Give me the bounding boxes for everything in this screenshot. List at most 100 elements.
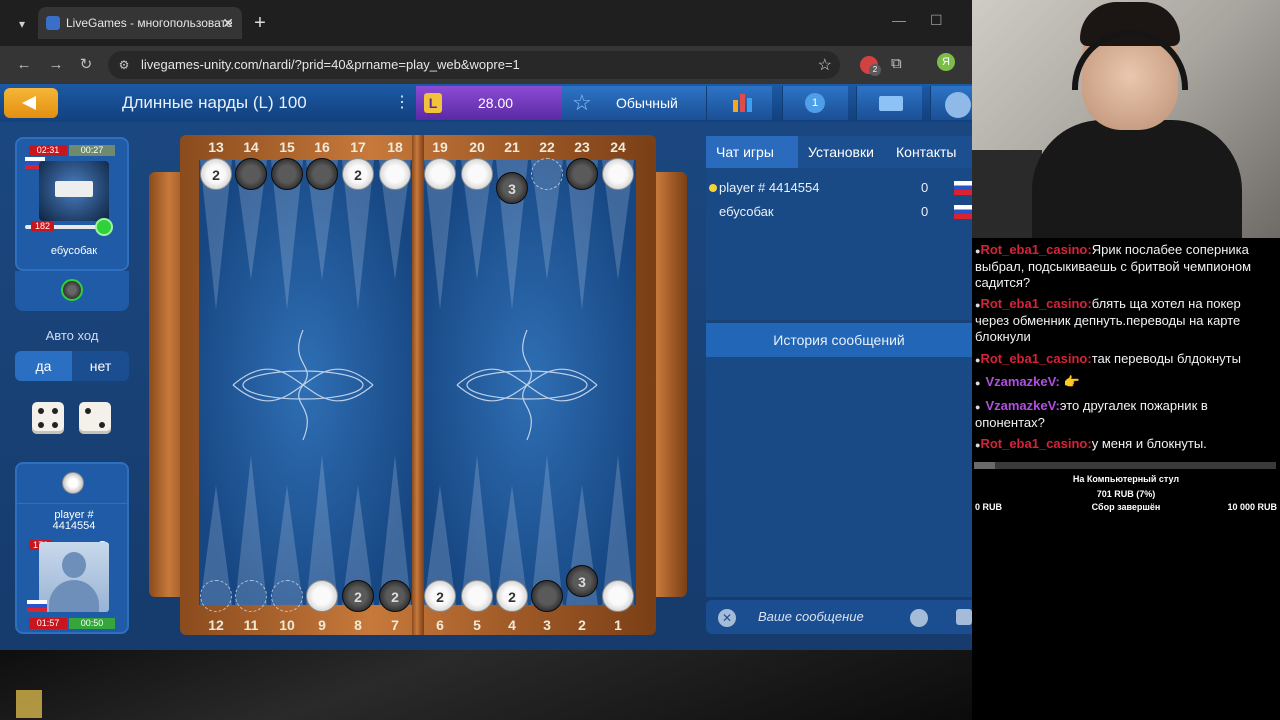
game-title: Длинные нарды (L) 100 bbox=[122, 93, 307, 112]
tab-list-chevron-icon[interactable]: ▾ bbox=[12, 14, 32, 34]
board-center-bar bbox=[412, 135, 424, 635]
stream-overlay-background bbox=[972, 516, 1280, 720]
star-icon: ☆ bbox=[572, 90, 592, 115]
board-checker[interactable] bbox=[379, 158, 411, 190]
goal-amount: 701 RUB (7%) bbox=[1096, 489, 1156, 499]
stats-button[interactable] bbox=[706, 86, 772, 120]
goal-max: 10 000 RUB bbox=[1227, 502, 1277, 512]
auto-move-yes-button[interactable]: да bbox=[15, 351, 72, 381]
tab-settings[interactable]: Установки bbox=[798, 136, 890, 168]
board-checker[interactable] bbox=[602, 158, 634, 190]
close-tab-icon[interactable]: ✕ bbox=[222, 7, 234, 39]
chat-text: 👉 bbox=[1063, 374, 1080, 389]
board-checker[interactable]: 3 bbox=[496, 172, 528, 204]
game-back-button[interactable] bbox=[4, 88, 58, 118]
player-total-time: 01:57 bbox=[29, 618, 67, 629]
chat-username: Rot_eba1_casino: bbox=[980, 436, 1092, 451]
balance-display[interactable]: L 28.00 bbox=[416, 86, 562, 120]
board-checker[interactable] bbox=[566, 158, 598, 190]
mode-selector[interactable]: ☆ Обычный bbox=[562, 86, 706, 120]
list-item[interactable]: ебусобак 0 bbox=[706, 200, 974, 222]
board-checker[interactable] bbox=[235, 580, 267, 612]
mode-label: Обычный bbox=[616, 95, 678, 111]
player-list-name: player # 4414554 bbox=[719, 180, 820, 195]
site-info-icon[interactable]: ⚙ bbox=[116, 57, 132, 73]
browser-tab[interactable]: LiveGames - многопользовате ✕ bbox=[38, 7, 242, 39]
board-checker[interactable] bbox=[531, 580, 563, 612]
chat-message: ● VzamazkeV: 👉 bbox=[975, 374, 1080, 389]
board-checker[interactable]: 2 bbox=[496, 580, 528, 612]
opponent-avatar bbox=[39, 161, 109, 221]
user-avatar-icon bbox=[945, 92, 971, 118]
board-checker[interactable] bbox=[461, 580, 493, 612]
board-checker[interactable] bbox=[424, 158, 456, 190]
board-checker[interactable] bbox=[235, 158, 267, 190]
tab-game-chat[interactable]: Чат игры bbox=[706, 136, 798, 168]
back-arrow-icon[interactable]: ← bbox=[14, 55, 34, 75]
profile-button[interactable] bbox=[930, 86, 972, 120]
tab-contacts[interactable]: Контакты bbox=[896, 136, 972, 168]
game-menu-dots-icon[interactable]: ⋮ bbox=[394, 92, 410, 112]
new-tab-button[interactable]: + bbox=[250, 11, 270, 35]
url-text[interactable]: livegames-unity.com/nardi/?prid=40&prnam… bbox=[141, 57, 520, 72]
board-checker[interactable]: 2 bbox=[200, 158, 232, 190]
board-checker[interactable] bbox=[271, 580, 303, 612]
chat-message: ● VzamazkeV:это другалек пожарник в опон… bbox=[975, 398, 1208, 430]
board-checker[interactable] bbox=[461, 158, 493, 190]
clear-message-icon[interactable]: ✕ bbox=[718, 609, 736, 627]
message-input[interactable]: Ваше сообщение bbox=[758, 609, 864, 624]
board-checker[interactable]: 2 bbox=[424, 580, 456, 612]
messages-button[interactable] bbox=[856, 86, 922, 120]
chat-message: ●Rot_eba1_casino:так переводы блдокнуты bbox=[975, 351, 1241, 366]
board-checker[interactable] bbox=[306, 580, 338, 612]
chat-username: VzamazkeV: bbox=[985, 398, 1060, 413]
bar-chart-icon bbox=[733, 94, 753, 112]
player-move-time: 00:50 bbox=[69, 618, 115, 629]
point-number: 13 bbox=[208, 139, 224, 155]
board-checker[interactable] bbox=[531, 158, 563, 190]
point-number: 6 bbox=[436, 617, 444, 633]
balance-value: 28.00 bbox=[478, 95, 514, 111]
auto-move-no-button[interactable]: нет bbox=[72, 351, 129, 381]
maximize-icon[interactable]: ☐ bbox=[930, 12, 943, 29]
board-checker[interactable] bbox=[602, 580, 634, 612]
point-number: 19 bbox=[432, 139, 448, 155]
profile-avatar[interactable]: Я bbox=[937, 53, 955, 71]
message-history-button[interactable]: История сообщений bbox=[706, 323, 972, 357]
tab-title: LiveGames - многопользовате bbox=[66, 16, 233, 30]
board-checker[interactable]: 2 bbox=[342, 158, 374, 190]
light-checker-icon bbox=[62, 472, 84, 494]
reload-icon[interactable]: ↻ bbox=[76, 55, 96, 75]
site-favicon-icon bbox=[46, 16, 60, 30]
notifications-button[interactable]: 1 bbox=[782, 86, 848, 120]
point-number: 12 bbox=[208, 617, 224, 633]
webcam-feed bbox=[972, 0, 1280, 238]
point-number: 21 bbox=[504, 139, 520, 155]
bookmark-star-icon[interactable]: ☆ bbox=[818, 55, 832, 75]
goal-title: На Компьютерный стул bbox=[1072, 474, 1180, 484]
point-number: 16 bbox=[314, 139, 330, 155]
url-bar[interactable]: ⚙ livegames-unity.com/nardi/?prid=40&prn… bbox=[108, 51, 840, 79]
board-checker[interactable]: 3 bbox=[566, 565, 598, 597]
opponent-move-time: 00:27 bbox=[69, 145, 115, 156]
board-checker[interactable] bbox=[200, 580, 232, 612]
point-number: 22 bbox=[539, 139, 555, 155]
board-checker[interactable] bbox=[271, 158, 303, 190]
dark-checker-icon bbox=[61, 279, 83, 301]
forward-arrow-icon[interactable]: → bbox=[46, 55, 66, 75]
opponent-card: 02:31 00:27 182 ебусобак bbox=[15, 137, 129, 271]
game-chat-area bbox=[706, 357, 972, 597]
point-number: 3 bbox=[543, 617, 551, 633]
browser-tab-bar: ▾ LiveGames - многопользовате ✕ + — ☐ bbox=[0, 0, 972, 46]
emoji-icon[interactable] bbox=[910, 609, 928, 627]
send-message-icon[interactable] bbox=[956, 609, 972, 625]
minimize-icon[interactable]: — bbox=[892, 12, 906, 28]
board-checker[interactable] bbox=[306, 158, 338, 190]
point-number: 17 bbox=[350, 139, 366, 155]
extensions-puzzle-icon[interactable]: ⧉ bbox=[891, 55, 902, 72]
board-checker[interactable]: 2 bbox=[379, 580, 411, 612]
board-checker[interactable]: 2 bbox=[342, 580, 374, 612]
right-panel-tabs: Чат игры Установки Контакты bbox=[706, 136, 972, 168]
list-item[interactable]: player # 4414554 0 bbox=[706, 176, 974, 198]
notification-count: 1 bbox=[805, 93, 825, 113]
